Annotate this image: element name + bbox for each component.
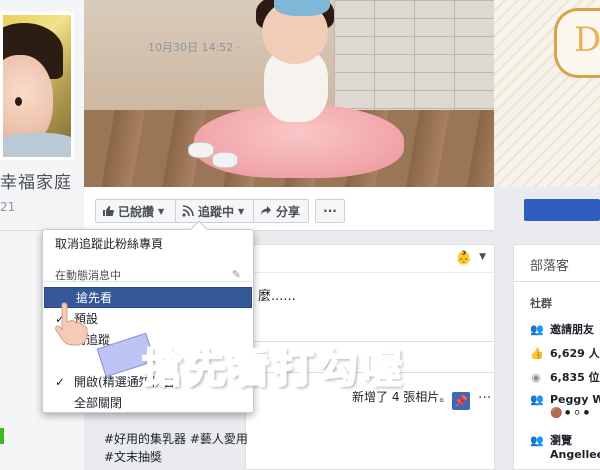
post-hashtags: #好用的集乳器 #藝人愛用 #文末抽獎 bbox=[104, 430, 248, 466]
cover-shoe bbox=[188, 142, 214, 158]
sidebar-title: 部落客 bbox=[530, 259, 570, 274]
annotation-text: 搶先看打勾喔 bbox=[141, 345, 406, 393]
menu-section-label: 在動態消息中 bbox=[55, 268, 121, 282]
friend-name: Peggy Wo bbox=[550, 393, 600, 406]
cover-photo[interactable] bbox=[84, 0, 494, 187]
menu-item-unfollow[interactable]: 取消追蹤此粉絲專頁 bbox=[43, 233, 253, 254]
likes-count: 6,629 人說 bbox=[550, 347, 600, 360]
rss-icon: ◉ bbox=[531, 370, 541, 384]
hashtag-line[interactable]: #好用的集乳器 #藝人愛用 bbox=[104, 430, 248, 448]
browse-label: 瀏覽 bbox=[550, 434, 572, 447]
chevron-down-icon: ▼ bbox=[238, 206, 245, 216]
people-icon: 👥 bbox=[530, 322, 544, 336]
hashtag-line[interactable]: #文末抽獎 bbox=[104, 448, 248, 466]
invite-friends-row[interactable]: 👥 邀請朋友 bbox=[530, 321, 594, 337]
page-action-bar: 已說讚 ▼ 追蹤中 ▼ 分享 ··· bbox=[84, 187, 494, 231]
cover-photo-side: D bbox=[494, 0, 600, 187]
people-icon: 👥 bbox=[530, 393, 544, 406]
browse-row[interactable]: 👥 瀏覽 bbox=[530, 432, 572, 448]
cover-hair-bow bbox=[274, 0, 330, 16]
more-options-button[interactable]: ··· bbox=[315, 199, 345, 223]
divider bbox=[514, 281, 600, 282]
people-icon: 👥 bbox=[530, 433, 544, 447]
more-icon: ··· bbox=[323, 204, 337, 218]
thumbs-up-icon bbox=[103, 206, 114, 216]
like-button-label: 已說讚 bbox=[118, 204, 155, 219]
invite-label: 邀請朋友 bbox=[550, 323, 594, 336]
profile-shirt bbox=[3, 133, 71, 157]
share-button[interactable]: 分享 bbox=[253, 199, 309, 223]
follows-count-row: ◉ 6,835 位追 bbox=[530, 369, 600, 385]
friend-row[interactable]: Angellee bbox=[550, 448, 600, 461]
decorative-letter: D bbox=[574, 20, 600, 60]
likes-count-row: 👍 6,629 人說 bbox=[530, 345, 600, 361]
primary-action-button[interactable] bbox=[524, 199, 600, 221]
pin-icon[interactable]: 📌 bbox=[452, 392, 470, 410]
page-title[interactable]: 幸福家庭 bbox=[0, 168, 72, 193]
friend-row[interactable]: 👥 Peggy Wo bbox=[530, 393, 600, 406]
menu-item-all-off[interactable]: 全部關閉 bbox=[43, 392, 253, 413]
right-sidebar: 部落客 社群 👥 邀請朋友 👍 6,629 人說 ◉ 6,835 位追 👥 Pe… bbox=[513, 244, 600, 470]
menu-item-label: 取消追蹤此粉絲專頁 bbox=[55, 237, 164, 251]
hand-pointer-icon bbox=[55, 302, 88, 346]
share-button-label: 分享 bbox=[276, 204, 301, 219]
post-more-icon[interactable]: ··· bbox=[478, 390, 491, 406]
status-indicator bbox=[0, 428, 4, 444]
follow-button[interactable]: 追蹤中 ▼ bbox=[175, 199, 255, 223]
profile-eye bbox=[15, 97, 22, 106]
post-timestamp[interactable]: 10月30日 14:52 · bbox=[148, 39, 240, 55]
composer-text[interactable]: 麼...... bbox=[258, 285, 296, 304]
page-handle[interactable]: 21 bbox=[0, 200, 15, 214]
follow-button-label: 追蹤中 bbox=[198, 204, 235, 219]
rss-icon bbox=[182, 205, 194, 217]
share-arrow-icon bbox=[261, 206, 271, 215]
like-button[interactable]: 已說讚 ▼ bbox=[95, 199, 177, 223]
avatar-icon[interactable]: 👶 bbox=[456, 251, 472, 266]
menu-item-label: 開啟 bbox=[74, 375, 99, 389]
sidebar-section-head: 社群 bbox=[530, 297, 552, 310]
pencil-icon[interactable]: ✎ bbox=[232, 268, 241, 281]
menu-section-news-feed: 在動態消息中 ✎ bbox=[43, 264, 253, 285]
card-header: 👶 ▼ bbox=[246, 245, 494, 273]
page-profile-photo[interactable] bbox=[0, 12, 74, 160]
chevron-down-icon[interactable]: ▼ bbox=[479, 252, 486, 262]
cover-shoe bbox=[212, 152, 238, 168]
friend-avatars[interactable]: 🟤⚫⚪⚫ bbox=[550, 408, 592, 419]
thumbs-up-icon: 👍 bbox=[530, 346, 544, 360]
friend-name: Angellee bbox=[550, 448, 600, 461]
follows-count: 6,835 位追 bbox=[550, 371, 600, 384]
chevron-down-icon: ▼ bbox=[158, 206, 165, 216]
check-icon: ✓ bbox=[55, 374, 66, 389]
menu-item-label: 全部關閉 bbox=[74, 396, 123, 410]
